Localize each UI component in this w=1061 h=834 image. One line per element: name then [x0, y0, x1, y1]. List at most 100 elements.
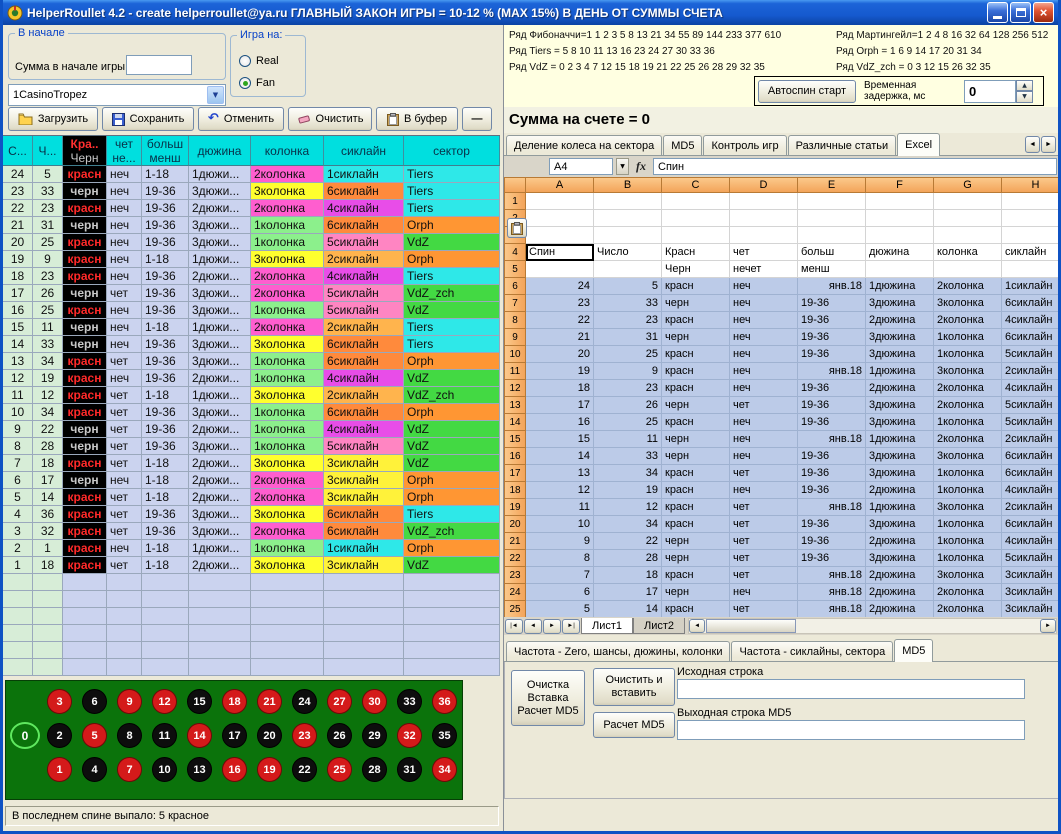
excel-cell[interactable]: 4сиклайн — [1002, 533, 1058, 550]
excel-cell[interactable]: 6сиклайн — [1002, 516, 1058, 533]
excel-col-B[interactable]: B — [594, 177, 662, 193]
excel-cell[interactable]: 24 — [526, 278, 594, 295]
excel-cell[interactable] — [594, 193, 662, 210]
excel-cell[interactable]: черн — [662, 533, 730, 550]
board-number-36[interactable]: 36 — [432, 689, 457, 714]
excel-cell[interactable]: 3колонка — [934, 295, 1002, 312]
spin-up-icon[interactable]: ▲ — [1016, 80, 1033, 92]
excel-cell[interactable]: 12 — [594, 499, 662, 516]
md5-clear-and-paste-button[interactable]: Очистить и вставить — [593, 668, 675, 706]
excel-cell[interactable]: янв.18 — [798, 363, 866, 380]
horizontal-scrollbar[interactable]: ◄ ► — [688, 618, 1057, 634]
board-number-6[interactable]: 6 — [82, 689, 107, 714]
excel-cell[interactable]: красн — [662, 346, 730, 363]
excel-cell[interactable]: 2колонка — [934, 312, 1002, 329]
excel-cell[interactable]: 5сиклайн — [1002, 397, 1058, 414]
excel-cell[interactable]: 19-36 — [798, 465, 866, 482]
excel-cell[interactable]: красн — [662, 278, 730, 295]
excel-cell[interactable]: 3дюжина — [866, 448, 934, 465]
excel-cell[interactable]: чет — [730, 244, 798, 261]
excel-cell[interactable]: 1колонка — [934, 550, 1002, 567]
spin-down-icon[interactable]: ▼ — [1016, 91, 1033, 103]
radio-real[interactable]: Real — [239, 55, 279, 67]
board-number-15[interactable]: 15 — [187, 689, 212, 714]
excel-cell[interactable]: 3дюжина — [866, 295, 934, 312]
excel-cell[interactable] — [730, 210, 798, 227]
sheet-first-button[interactable]: |◄ — [505, 619, 523, 634]
excel-cell[interactable]: 28 — [594, 550, 662, 567]
excel-cell[interactable] — [594, 210, 662, 227]
excel-cell[interactable]: красн — [662, 499, 730, 516]
excel-cell[interactable]: 1сиклайн — [1002, 278, 1058, 295]
board-number-7[interactable]: 7 — [117, 757, 142, 782]
excel-row-25[interactable]: 25 — [504, 601, 526, 617]
excel-cell[interactable]: неч — [730, 380, 798, 397]
excel-cell[interactable]: чет — [730, 516, 798, 533]
excel-col-D[interactable]: D — [730, 177, 798, 193]
excel-cell[interactable]: Спин — [526, 244, 594, 261]
excel-cell[interactable]: красн — [662, 516, 730, 533]
excel-cell[interactable] — [934, 227, 1002, 244]
excel-cell[interactable]: янв.18 — [798, 278, 866, 295]
bottom-tab-1[interactable]: Частота - сиклайны, сектора — [731, 641, 893, 661]
excel-cell[interactable]: 6 — [526, 584, 594, 601]
excel-cell[interactable]: 9 — [526, 533, 594, 550]
board-number-29[interactable]: 29 — [362, 723, 387, 748]
excel-cell[interactable] — [730, 227, 798, 244]
excel-cell[interactable]: 2дюжина — [866, 567, 934, 584]
excel-cell[interactable]: колонка — [934, 244, 1002, 261]
excel-cell[interactable]: 33 — [594, 295, 662, 312]
to-buffer-button[interactable]: В буфер — [376, 107, 458, 131]
excel-cell[interactable] — [866, 193, 934, 210]
save-button[interactable]: Сохранить — [102, 107, 194, 131]
excel-cell[interactable] — [662, 227, 730, 244]
excel-cell[interactable]: чет — [730, 499, 798, 516]
board-number-12[interactable]: 12 — [152, 689, 177, 714]
board-number-35[interactable]: 35 — [432, 723, 457, 748]
excel-cell[interactable]: 5 — [594, 278, 662, 295]
excel-cell[interactable]: 3сиклайн — [1002, 584, 1058, 601]
excel-cell[interactable]: 33 — [594, 448, 662, 465]
excel-cell[interactable]: чет — [730, 465, 798, 482]
excel-cell[interactable]: 11 — [594, 431, 662, 448]
excel-col-G[interactable]: G — [934, 177, 1002, 193]
excel-cell[interactable]: 2колонка — [934, 380, 1002, 397]
excel-cell[interactable]: 3колонка — [934, 448, 1002, 465]
sheet-tab-Лист2[interactable]: Лист2 — [633, 618, 685, 634]
excel-cell[interactable] — [1002, 227, 1058, 244]
excel-cell[interactable] — [730, 193, 798, 210]
excel-cell[interactable]: 2сиклайн — [1002, 499, 1058, 516]
excel-cell[interactable]: 9 — [594, 363, 662, 380]
excel-cell[interactable] — [594, 227, 662, 244]
excel-cell[interactable]: 1дюжина — [866, 499, 934, 516]
excel-row-7[interactable]: 7 — [504, 295, 526, 312]
excel-cell[interactable]: 19-36 — [798, 329, 866, 346]
excel-cell[interactable]: 3дюжина — [866, 516, 934, 533]
excel-row-16[interactable]: 16 — [504, 448, 526, 465]
excel-cell[interactable]: красн — [662, 465, 730, 482]
undo-button[interactable]: ↶ Отменить — [198, 107, 284, 131]
start-sum-input[interactable] — [126, 55, 192, 75]
board-number-34[interactable]: 34 — [432, 757, 457, 782]
excel-cell[interactable]: 1колонка — [934, 533, 1002, 550]
board-number-18[interactable]: 18 — [222, 689, 247, 714]
excel-col-H[interactable]: H — [1002, 177, 1058, 193]
board-number-32[interactable]: 32 — [397, 723, 422, 748]
formula-input[interactable]: Спин — [653, 158, 1057, 175]
excel-cell[interactable]: 2колонка — [934, 601, 1002, 617]
board-number-0[interactable]: 0 — [10, 722, 40, 749]
excel-row-4[interactable]: 4 — [504, 244, 526, 261]
excel-row-11[interactable]: 11 — [504, 363, 526, 380]
excel-cell[interactable]: янв.18 — [798, 584, 866, 601]
excel-row-5[interactable]: 5 — [504, 261, 526, 278]
bottom-tab-2[interactable]: MD5 — [894, 639, 933, 662]
board-number-25[interactable]: 25 — [327, 757, 352, 782]
excel-cell[interactable]: 17 — [594, 584, 662, 601]
excel-cell[interactable]: 18 — [526, 380, 594, 397]
excel-cell[interactable]: 2сиклайн — [1002, 363, 1058, 380]
excel-cell[interactable]: чет — [730, 533, 798, 550]
excel-row-22[interactable]: 22 — [504, 550, 526, 567]
md5-clear-paste-calc-button[interactable]: ОчисткаВставкаРасчет MD5 — [511, 670, 585, 726]
excel-col-E[interactable]: E — [798, 177, 866, 193]
excel-cell[interactable]: 2сиклайн — [1002, 431, 1058, 448]
